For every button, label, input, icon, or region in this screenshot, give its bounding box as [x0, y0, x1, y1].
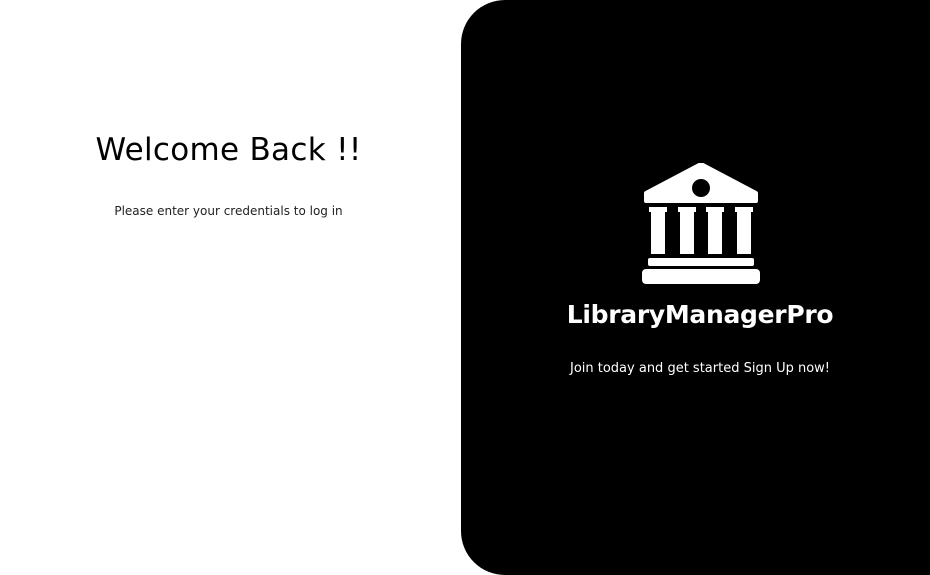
bank-building-icon — [642, 162, 760, 285]
welcome-title: Welcome Back !! — [95, 132, 362, 168]
brand-name: LibraryManagerPro — [566, 300, 834, 329]
login-page: Welcome Back !! Please enter your creden… — [0, 0, 930, 575]
brand-panel: LibraryManagerPro Join today and get sta… — [461, 0, 930, 575]
signup-tagline: Join today and get started Sign Up now! — [569, 361, 831, 376]
login-panel: Welcome Back !! Please enter your creden… — [0, 0, 461, 575]
welcome-subtitle: Please enter your credentials to log in — [114, 204, 343, 218]
